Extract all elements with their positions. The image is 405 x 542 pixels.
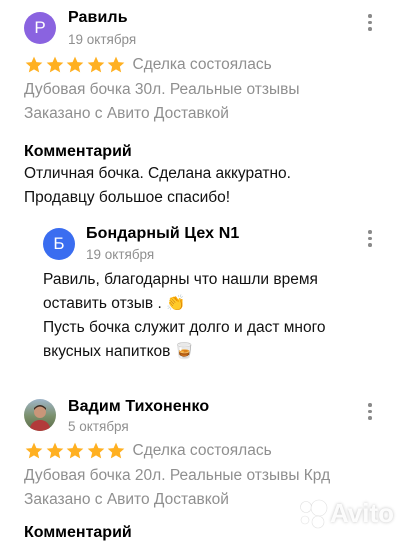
star-icon xyxy=(25,56,43,73)
more-options-icon[interactable] xyxy=(362,400,378,422)
star-icon xyxy=(107,442,125,459)
reply-date: 19 октября xyxy=(86,247,155,262)
review-card: Р Равиль 19 октября Сделка состоялась Ду… xyxy=(0,0,405,220)
review-date: 5 октября xyxy=(68,419,129,434)
star-icon xyxy=(46,56,63,73)
reply-line: оставить отзыв . 👏 xyxy=(43,295,186,312)
star-icon xyxy=(46,442,63,459)
seller-name[interactable]: Бондарный Цех N1 xyxy=(86,225,239,243)
seller-reply: Б Бондарный Цех N1 19 октября Равиль, бл… xyxy=(0,220,405,380)
review-date: 19 октября xyxy=(68,32,137,47)
avito-dots-logo xyxy=(300,499,328,529)
star-icon xyxy=(66,56,84,73)
rating-stars: Сделка состоялась xyxy=(24,55,272,75)
avatar[interactable]: Р xyxy=(24,12,56,44)
comment-title: Комментарий xyxy=(24,524,132,541)
star-icon xyxy=(87,442,104,459)
comment-title: Комментарий xyxy=(24,143,132,160)
avito-watermark: Avito xyxy=(296,496,396,532)
star-icon xyxy=(87,56,104,73)
reply-line: вкусных напитков 🥃 xyxy=(43,343,195,360)
reply-line: Равиль, благодарны что нашли время xyxy=(43,271,318,288)
avatar[interactable]: Б xyxy=(43,228,75,260)
star-icon xyxy=(25,442,43,459)
reviewer-name[interactable]: Равиль xyxy=(68,9,128,27)
item-title[interactable]: Дубовая бочка 30л. Реальные отзывы xyxy=(24,81,299,99)
reviewer-name[interactable]: Вадим Тихоненко xyxy=(68,398,209,416)
star-icon xyxy=(107,56,125,73)
user-photo-icon xyxy=(29,405,51,431)
delivery-note: Заказано с Авито Доставкой xyxy=(24,105,229,122)
deal-status: Сделка состоялась xyxy=(132,442,272,459)
delivery-note: Заказано с Авито Доставкой xyxy=(24,491,229,508)
item-title[interactable]: Дубовая бочка 20л. Реальные отзывы Крд xyxy=(24,467,330,485)
rating-stars: Сделка состоялась xyxy=(24,441,272,461)
comment-line: Продавцу большое спасибо! xyxy=(24,189,231,206)
more-options-icon[interactable] xyxy=(362,11,378,33)
deal-status: Сделка состоялась xyxy=(132,56,272,73)
avatar[interactable] xyxy=(24,399,56,431)
reply-line: Пусть бочка служит долго и даст много xyxy=(43,319,326,336)
star-icon xyxy=(66,442,84,459)
more-options-icon[interactable] xyxy=(362,227,378,249)
watermark-text: Avito xyxy=(330,498,395,528)
comment-line: Отличная бочка. Сделана аккуратно. xyxy=(24,165,291,182)
